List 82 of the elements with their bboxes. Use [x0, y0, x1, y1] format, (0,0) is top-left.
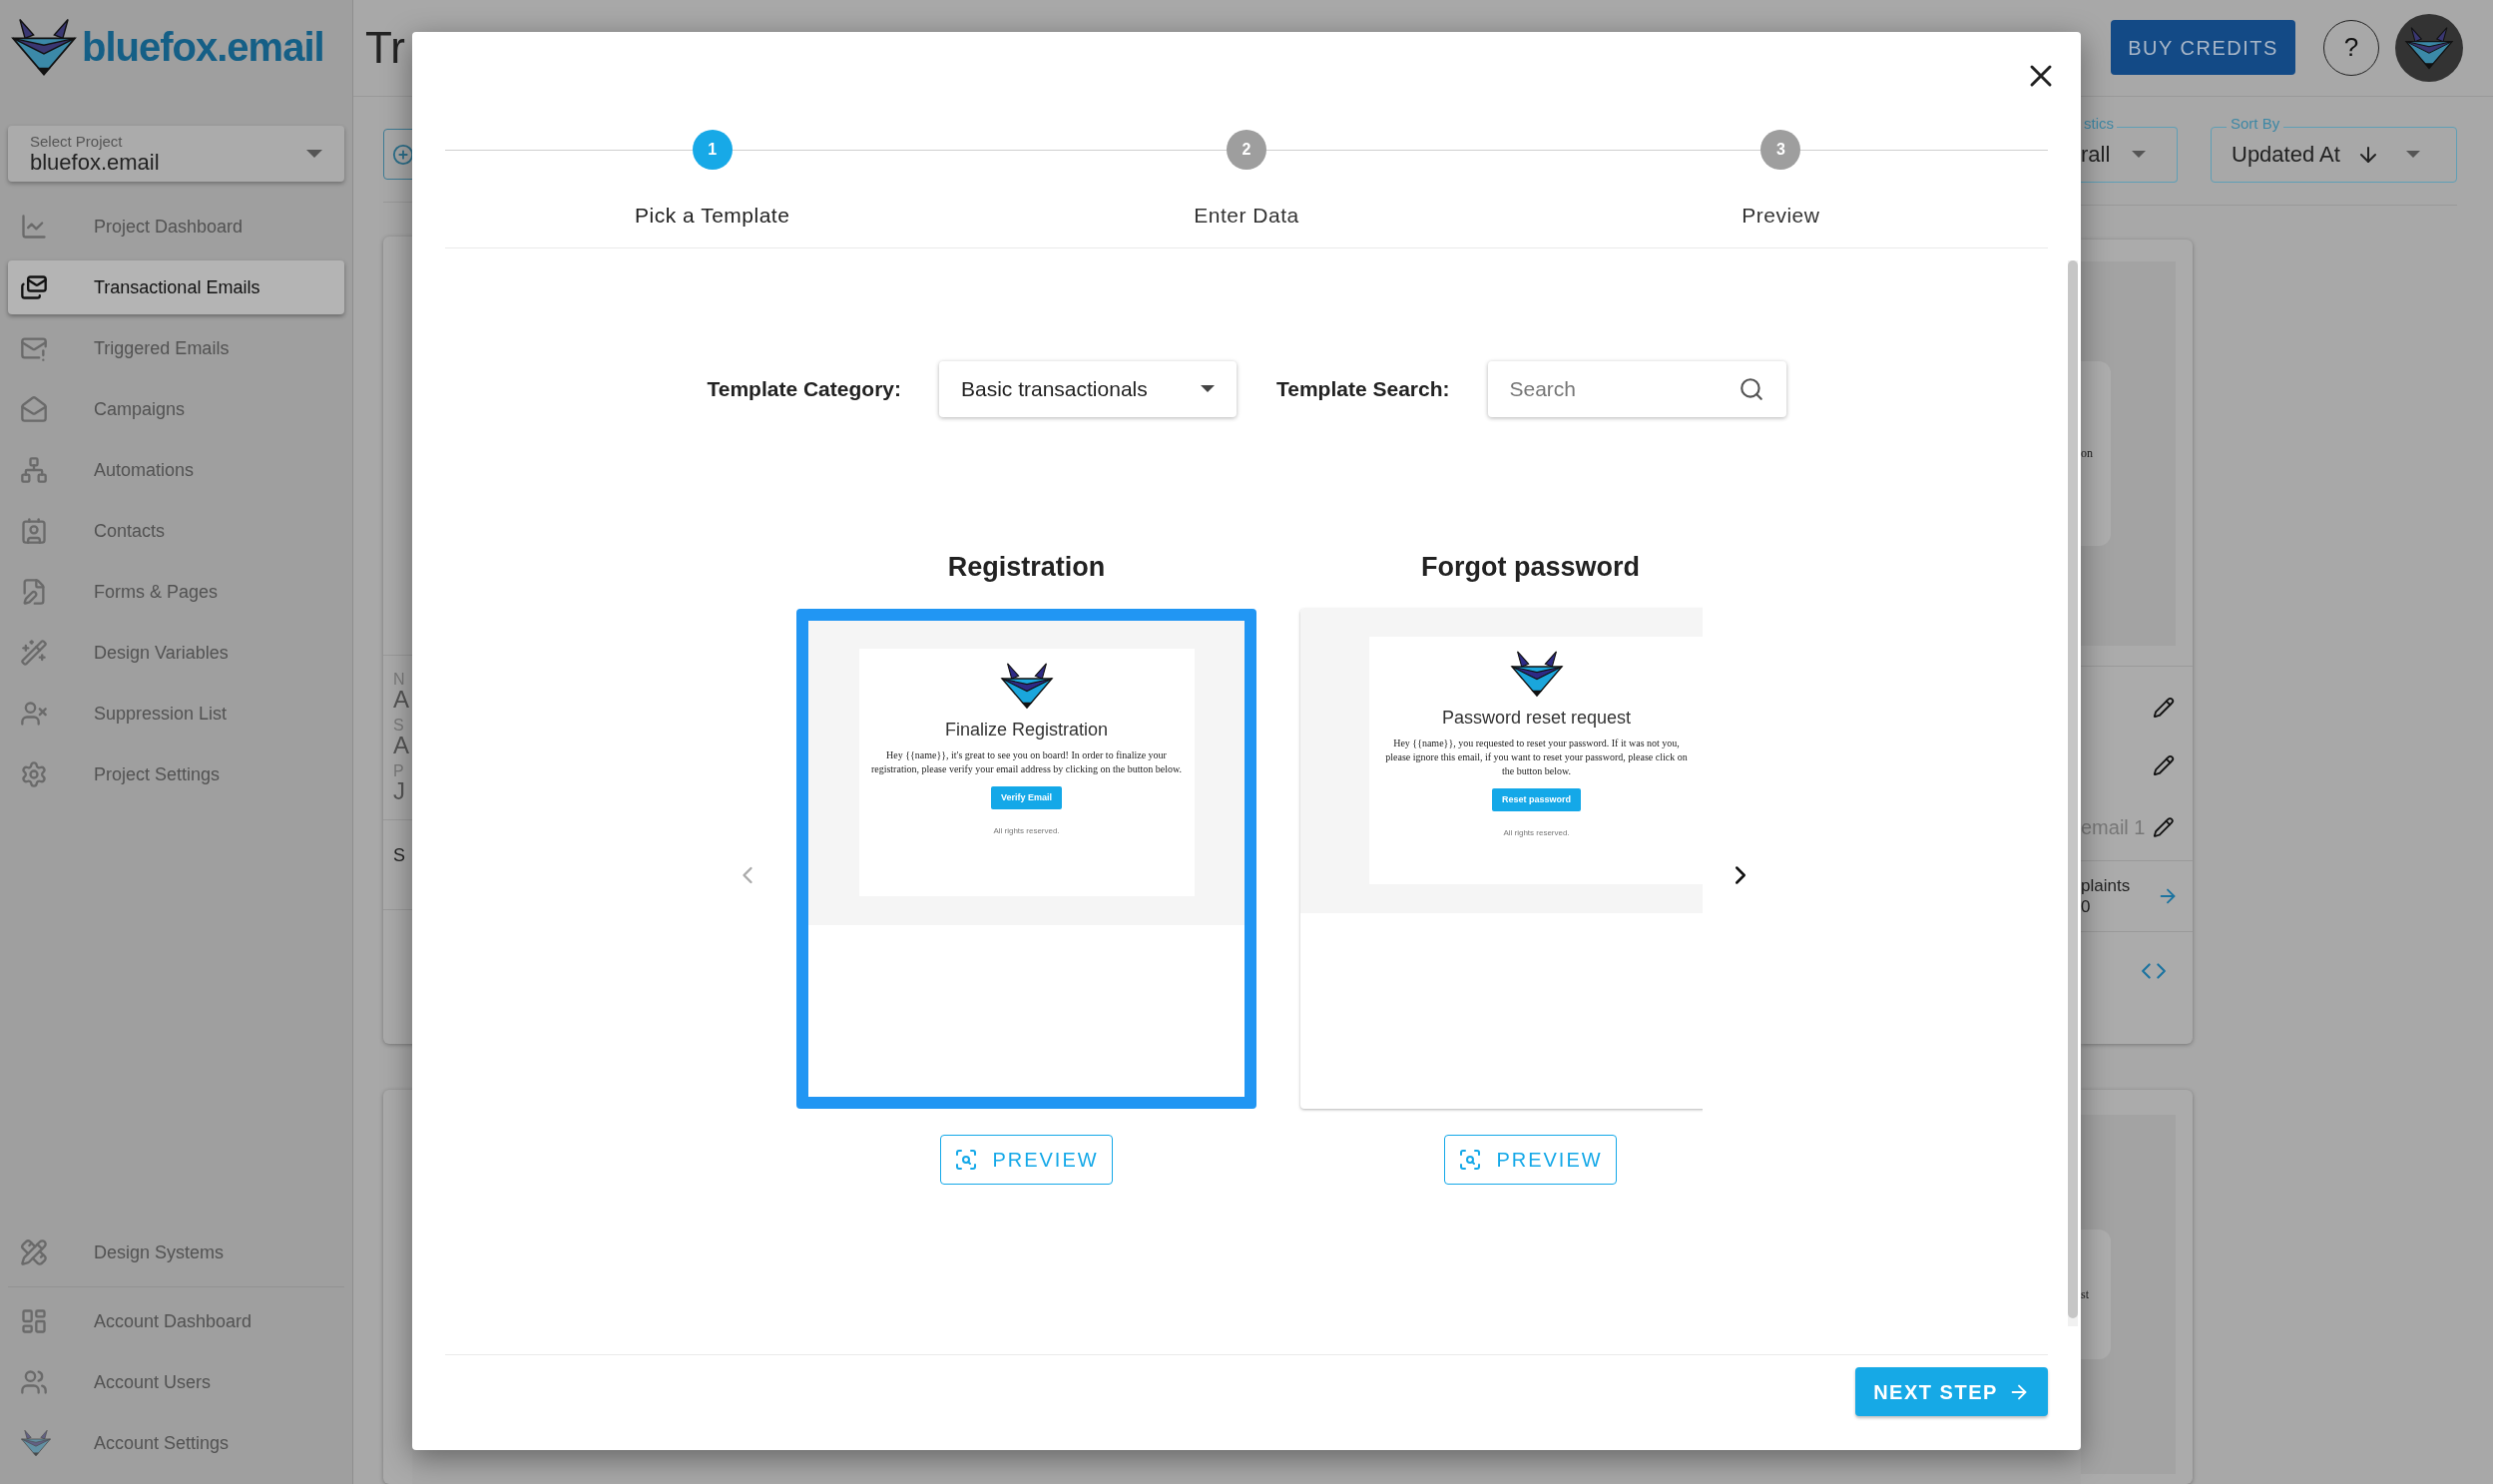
fox-icon: [2403, 24, 2455, 71]
open-envelope-icon: [20, 395, 48, 423]
stat-value: 0: [2081, 895, 2092, 918]
sidebar-item[interactable]: Campaigns: [8, 382, 344, 436]
scrollbar-thumb[interactable]: [2068, 259, 2078, 1318]
field-value: A: [393, 734, 410, 758]
edit-icon[interactable]: [2153, 815, 2175, 838]
template-card[interactable]: [796, 608, 1256, 1109]
email-heading: Password reset request: [1441, 708, 1632, 727]
chart-icon: [20, 213, 48, 241]
page-title: Tr: [365, 25, 405, 70]
envelopes-icon: [20, 273, 48, 301]
template-title: Registration: [947, 550, 1106, 584]
template-card[interactable]: [1300, 608, 1703, 1109]
field-value: A: [393, 688, 410, 713]
users-icon: [20, 1368, 48, 1396]
sidebar-item[interactable]: Project Dashboard: [8, 200, 344, 253]
select-label: Select Project: [30, 134, 124, 149]
search-label: Template Search:: [1276, 375, 1450, 402]
step-label: Enter Data: [1194, 203, 1299, 229]
scan-search-icon: [1458, 1147, 1483, 1172]
email-heading: Finalize Registration: [944, 720, 1109, 739]
email-body: Hey {{name}}, it's great to see you on board! In order to finalize your registration, please verify your email address by clicking on the button below.: [870, 747, 1183, 776]
stat-label: plaints: [2081, 874, 2132, 896]
email-body: Hey {{name}}, you requested to reset your password. If it was not you, please ignore this email, if you want to reset your password, please click on the button below.: [1384, 736, 1689, 778]
email-footer: All rights reserved.: [1503, 827, 1570, 839]
step-label: Preview: [1742, 203, 1820, 229]
settings-icon: [20, 760, 48, 788]
sidebar-item[interactable]: Contacts: [8, 504, 344, 558]
template-title: Forgot password: [1421, 550, 1640, 584]
dropdown-caret-icon: [2132, 151, 2147, 159]
contact-card-icon: [20, 517, 48, 545]
step[interactable]: 3 Preview: [1513, 96, 2048, 232]
select-value: bluefox.email: [30, 152, 161, 174]
edit-icon[interactable]: [2153, 753, 2175, 776]
fox-icon: [20, 1428, 52, 1458]
dashboard-icon: [20, 1307, 48, 1335]
edit-icon[interactable]: [2153, 696, 2175, 719]
sidebar-item[interactable]: Triggered Emails: [8, 321, 344, 375]
search-icon: [1738, 375, 1764, 402]
sidebar-item[interactable]: Design Variables: [8, 626, 344, 680]
step-label: Pick a Template: [635, 203, 790, 229]
search-field[interactable]: Search: [1487, 360, 1786, 417]
section-label: S: [393, 845, 405, 866]
logo-text: bluefox.email: [82, 27, 324, 67]
pencil-ruler-icon: [20, 1238, 48, 1266]
user-x-icon: [20, 700, 48, 728]
preview-text: on: [2081, 445, 2093, 463]
sidebar-item[interactable]: Design Systems: [8, 1226, 344, 1279]
step[interactable]: 2 Enter Data: [979, 96, 1514, 232]
select-value: rall: [2081, 141, 2111, 170]
preview-text: st: [2081, 1286, 2089, 1304]
step-number: 3: [1760, 130, 1801, 170]
next-step-button[interactable]: NEXT STEP: [1855, 1367, 2048, 1416]
preview-button[interactable]: PREVIEW: [940, 1134, 1113, 1185]
dropdown-caret-icon: [306, 150, 322, 158]
email-footer: All rights reserved.: [993, 825, 1060, 837]
sidebar-item[interactable]: Transactional Emails: [8, 260, 344, 314]
sidebar-item[interactable]: Account Dashboard: [8, 1294, 344, 1348]
step-number: 2: [1227, 130, 1266, 170]
email-button: Reset password: [1492, 787, 1581, 811]
sidebar-item[interactable]: Account Settings: [8, 1416, 344, 1470]
preview-button[interactable]: PREVIEW: [1444, 1134, 1617, 1185]
scan-search-icon: [954, 1147, 979, 1172]
sidebar-item[interactable]: Suppression List: [8, 687, 344, 741]
field-value: J: [393, 779, 406, 804]
sidebar-item[interactable]: Forms & Pages: [8, 565, 344, 619]
magic-wand-icon: [20, 639, 48, 667]
sidebar-item[interactable]: Project Settings: [8, 747, 344, 801]
category-select[interactable]: Basic transactionals: [939, 360, 1237, 417]
step[interactable]: 1 Pick a Template: [445, 96, 980, 232]
select-label: stics: [2081, 115, 2117, 131]
dropdown-caret-icon: [2405, 151, 2420, 159]
project-select[interactable]: Select Project bluefox.email: [8, 126, 344, 182]
category-label: Template Category:: [707, 375, 901, 402]
hierarchy-icon: [20, 456, 48, 484]
sidebar-item[interactable]: Account Users: [8, 1355, 344, 1409]
email-button: Verify Email: [991, 785, 1062, 809]
select-value: Updated At: [2232, 141, 2340, 170]
dropdown-caret-icon: [1201, 385, 1215, 392]
sidebar-item[interactable]: Automations: [8, 443, 344, 497]
step-number: 1: [692, 130, 733, 170]
